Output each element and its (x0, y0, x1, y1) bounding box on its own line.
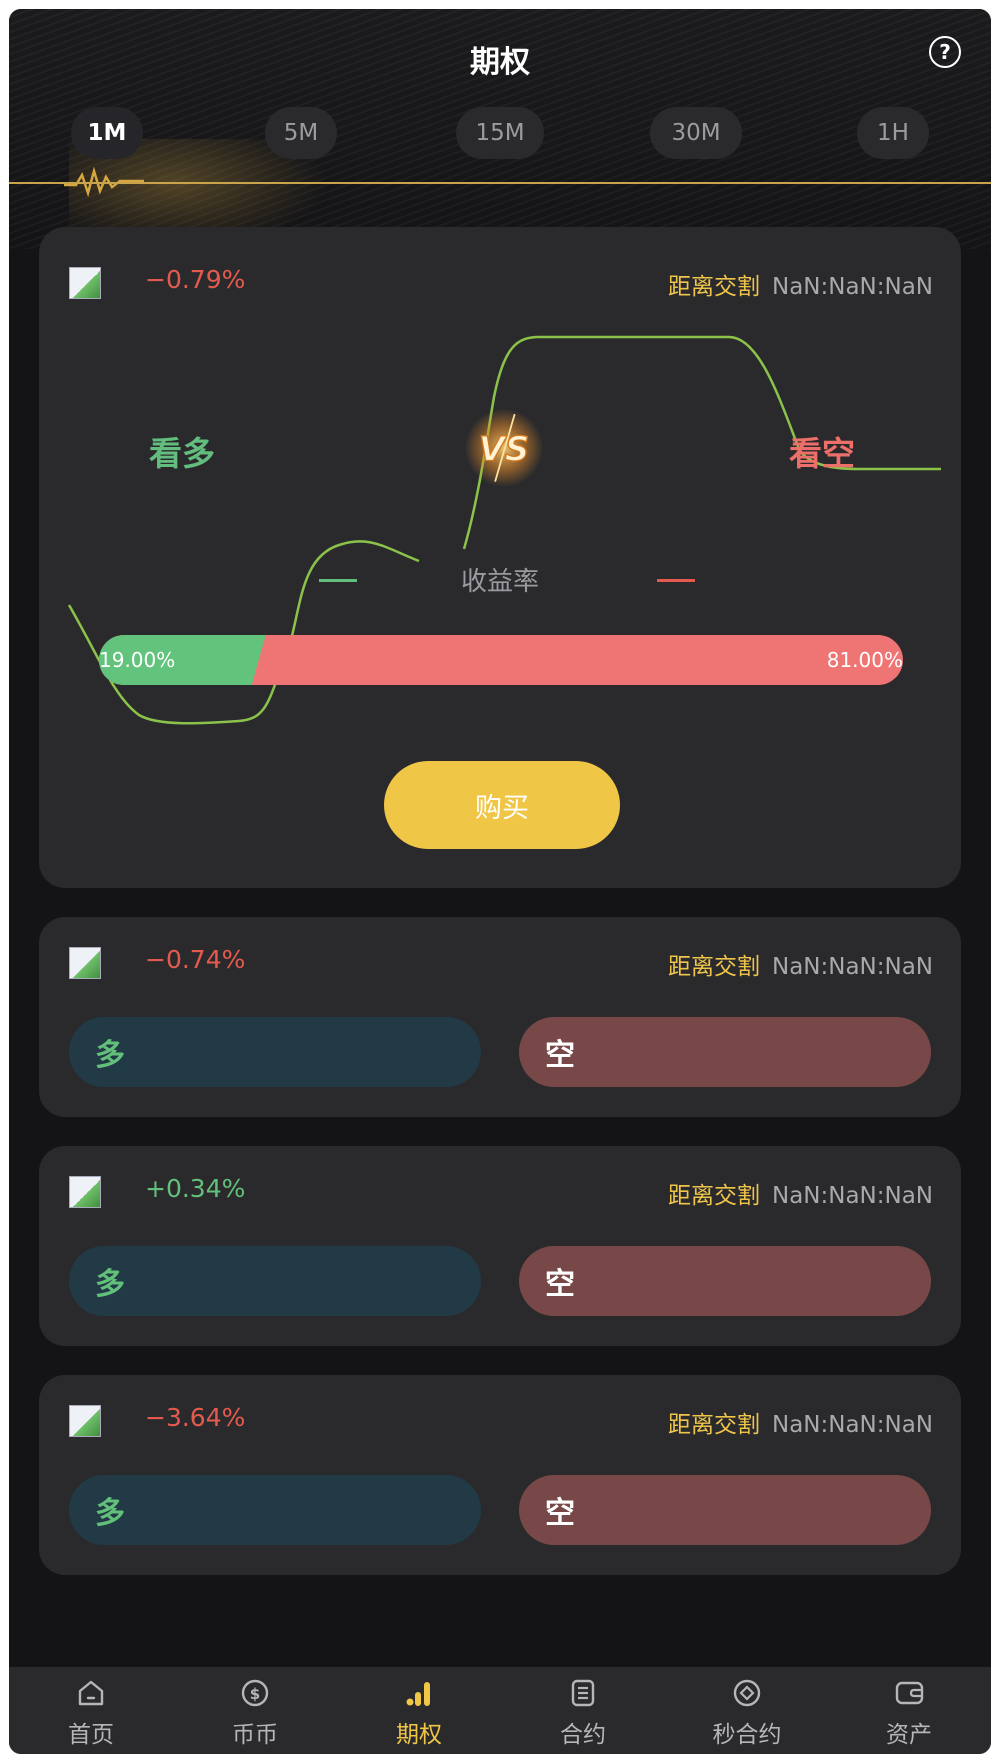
question-circle-icon[interactable]: ? (929, 36, 961, 68)
document-icon (571, 1679, 595, 1707)
nav-item-home[interactable]: 首页 (9, 1667, 173, 1754)
short-ratio-text: 81.00% (826, 648, 903, 672)
countdown-label: 距离交割 (667, 1412, 760, 1438)
featured-option-card: −0.79% 距离交割 NaN:NaN:NaN 看多 看空 VS 收益率 19.0… (39, 227, 961, 888)
option-card: −0.74% 距离交割 NaN:NaN:NaN 多 空 (39, 917, 961, 1117)
nav-item-spot[interactable]: $ 币币 (173, 1667, 337, 1754)
nav-label: 期权 (396, 1722, 442, 1748)
long-short-ratio-bar: 19.00% 81.00% (99, 635, 903, 685)
long-ratio-text: 19.00% (99, 648, 176, 672)
nav-item-options[interactable]: 期权 (337, 1667, 501, 1754)
vs-text: VS (479, 429, 529, 468)
buy-button[interactable]: 购买 (384, 761, 620, 849)
short-rate-dash (657, 579, 695, 582)
bottom-nav: 首页 $ 币币 期权 合约 秒合约 资产 (9, 1667, 991, 1754)
vs-icon: VS (464, 408, 544, 487)
svg-text:$: $ (250, 1685, 260, 1703)
dollar-coin-icon: $ (241, 1679, 269, 1707)
nav-label: 币币 (232, 1722, 278, 1748)
countdown-value: NaN:NaN:NaN (771, 274, 933, 300)
coin-image (69, 1405, 101, 1437)
tab-30m[interactable]: 30M (650, 107, 742, 159)
price-change: +0.34% (145, 1174, 246, 1203)
coin-image (69, 267, 101, 299)
option-card: −3.64% 距离交割 NaN:NaN:NaN 多 空 (39, 1375, 961, 1575)
countdown-value: NaN:NaN:NaN (771, 1183, 933, 1209)
nav-label: 合约 (560, 1722, 606, 1748)
long-button[interactable]: 多 (69, 1017, 481, 1087)
coin-image (69, 1176, 101, 1208)
tab-1h[interactable]: 1H (857, 107, 929, 159)
yield-rate-label: 收益率 (460, 567, 539, 597)
short-side-label: 看空 (789, 434, 855, 473)
diamond-circle-icon (733, 1679, 761, 1707)
countdown-value: NaN:NaN:NaN (771, 954, 933, 980)
nav-item-second-contract[interactable]: 秒合约 (665, 1667, 829, 1754)
countdown-label: 距离交割 (667, 274, 760, 300)
price-change: −0.74% (145, 945, 246, 974)
countdown-value: NaN:NaN:NaN (771, 1412, 933, 1438)
tabs-underline (9, 182, 991, 184)
price-change: −0.79% (145, 265, 246, 294)
bar-chart-icon (406, 1682, 430, 1706)
nav-item-contract[interactable]: 合约 (501, 1667, 665, 1754)
nav-label: 资产 (886, 1722, 932, 1748)
nav-label: 秒合约 (712, 1722, 782, 1748)
header: 期权 ? (9, 9, 991, 109)
long-button[interactable]: 多 (69, 1475, 481, 1545)
short-button[interactable]: 空 (519, 1246, 931, 1316)
countdown-label: 距离交割 (667, 1183, 760, 1209)
short-button[interactable]: 空 (519, 1017, 931, 1087)
tab-1m[interactable]: 1M (71, 107, 143, 159)
long-button[interactable]: 多 (69, 1246, 481, 1316)
nav-label: 首页 (68, 1722, 114, 1748)
wallet-icon (895, 1681, 924, 1705)
delivery-countdown: 距离交割 NaN:NaN:NaN (668, 1176, 933, 1210)
home-icon (78, 1680, 104, 1706)
delivery-countdown: 距离交割 NaN:NaN:NaN (668, 947, 933, 981)
coin-image (69, 947, 101, 979)
phone-screen: 期权 ? 1M 5M 15M 30M 1H −0.79% 距离交割 NaN:NaN… (9, 9, 991, 1754)
delivery-countdown: 距离交割 NaN:NaN:NaN (668, 1405, 933, 1439)
countdown-label: 距离交割 (667, 954, 760, 980)
period-tabs: 1M 5M 15M 30M 1H (9, 107, 991, 159)
tab-15m[interactable]: 15M (456, 107, 544, 159)
nav-item-assets[interactable]: 资产 (827, 1667, 991, 1754)
long-side-label: 看多 (149, 434, 215, 473)
price-change: −3.64% (145, 1403, 246, 1432)
tab-5m[interactable]: 5M (265, 107, 337, 159)
page-title: 期权 (470, 45, 530, 80)
delivery-countdown: 距离交割 NaN:NaN:NaN (668, 267, 933, 301)
option-card: +0.34% 距离交割 NaN:NaN:NaN 多 空 (39, 1146, 961, 1346)
short-button[interactable]: 空 (519, 1475, 931, 1545)
